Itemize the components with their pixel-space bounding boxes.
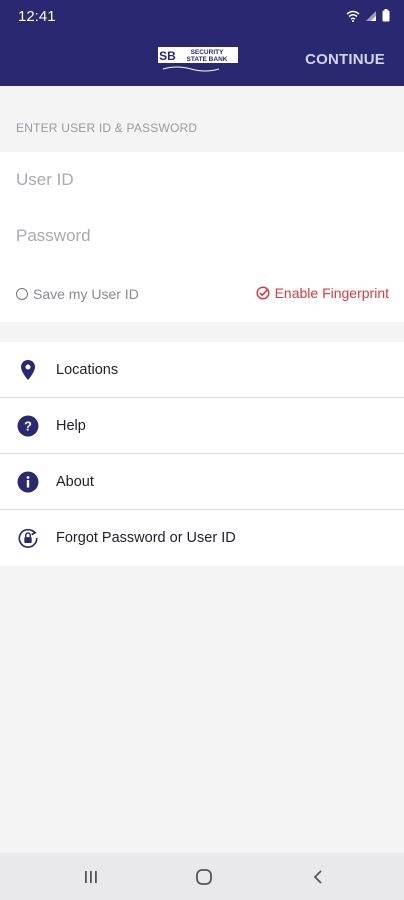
enable-fingerprint-option[interactable]: Enable Fingerprint [256, 285, 389, 301]
system-navigation-bar [0, 853, 404, 900]
wifi-icon [346, 10, 360, 22]
system-icons [346, 9, 390, 22]
continue-button[interactable]: CONTINUE [305, 51, 385, 68]
login-card: Save my User ID Enable Fingerprint [0, 152, 404, 322]
menu-item-label: Help [56, 417, 86, 434]
recent-apps-icon [85, 870, 97, 883]
battery-icon [382, 9, 390, 22]
save-user-id-option[interactable]: Save my User ID [16, 286, 139, 302]
svg-text:SECURITY: SECURITY [191, 49, 225, 56]
user-id-input[interactable] [16, 162, 386, 198]
lock-reset-icon [17, 527, 39, 549]
menu-item-label: Locations [56, 361, 119, 378]
back-button[interactable] [288, 853, 348, 900]
check-circle-icon [256, 286, 270, 300]
help-icon: ? [17, 415, 39, 437]
menu-item-locations[interactable]: Locations [0, 342, 404, 398]
status-time: 12:41 [18, 8, 56, 25]
signal-icon [366, 10, 376, 21]
svg-text:SB: SB [159, 49, 176, 63]
home-button[interactable] [174, 853, 234, 900]
status-bar: 12:41 [0, 0, 404, 32]
login-section-title: ENTER USER ID & PASSWORD [16, 121, 198, 135]
save-user-id-label: Save my User ID [33, 286, 139, 302]
bank-logo: SB SECURITY STATE BANK [158, 47, 238, 72]
svg-text:STATE BANK: STATE BANK [187, 56, 228, 63]
password-input[interactable] [16, 218, 386, 254]
menu-item-about[interactable]: About [0, 454, 404, 510]
menu-item-label: Forgot Password or User ID [56, 530, 236, 546]
save-user-id-radio[interactable] [16, 288, 28, 300]
location-pin-icon [17, 359, 39, 381]
info-icon [17, 471, 39, 493]
menu-item-forgot-password[interactable]: Forgot Password or User ID [0, 510, 404, 566]
home-icon [196, 868, 212, 885]
menu-list: Locations ? Help About Forgot Password o… [0, 342, 404, 566]
back-icon [313, 869, 322, 884]
recent-apps-button[interactable] [61, 853, 121, 900]
menu-item-help[interactable]: ? Help [0, 398, 404, 454]
menu-item-label: About [56, 473, 94, 490]
svg-text:?: ? [24, 418, 32, 433]
app-bar: SB SECURITY STATE BANK CONTINUE [0, 32, 404, 86]
enable-fingerprint-label: Enable Fingerprint [274, 285, 389, 301]
